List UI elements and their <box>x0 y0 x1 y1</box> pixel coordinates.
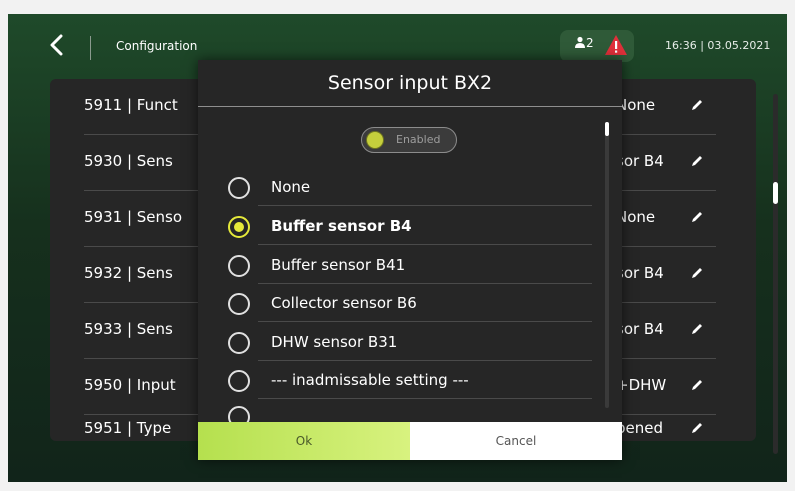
option-item[interactable]: None <box>228 168 592 206</box>
user-count: 2 <box>586 36 594 50</box>
edit-pencil-icon[interactable] <box>690 378 704 392</box>
divider <box>258 205 592 206</box>
user-icon[interactable]: 2 <box>574 36 594 50</box>
clock: 16:36 | 03.05.2021 <box>665 39 771 52</box>
param-label: 5951 | Type <box>84 419 172 437</box>
edit-pencil-icon[interactable] <box>690 322 704 336</box>
radio-button[interactable] <box>228 255 250 277</box>
param-label: 5933 | Sens <box>84 320 173 338</box>
param-label: 5931 | Senso <box>84 208 183 226</box>
title-divider <box>198 106 622 107</box>
option-label: Buffer sensor B4 <box>271 217 412 235</box>
option-label: Buffer sensor B41 <box>271 256 406 274</box>
list-scroll-track <box>773 94 778 454</box>
breadcrumb: Configuration <box>116 39 198 53</box>
divider <box>258 321 592 322</box>
toggle-label: Enabled <box>396 133 441 146</box>
scroll-thumb[interactable] <box>605 122 609 136</box>
ok-button[interactable]: Ok <box>198 422 410 460</box>
dialog-scrollbar[interactable] <box>605 122 609 408</box>
divider <box>258 244 592 245</box>
radio-button[interactable] <box>228 332 250 354</box>
param-value: sor B4 <box>616 264 664 282</box>
param-label: 5911 | Funct <box>84 96 178 114</box>
param-value: +DHW <box>616 376 667 394</box>
radio-button-selected[interactable] <box>228 216 250 238</box>
enabled-toggle[interactable]: Enabled <box>361 127 457 153</box>
option-item[interactable]: Buffer sensor B41 <box>228 246 592 284</box>
user-glyph-icon <box>575 36 585 48</box>
param-label: 5932 | Sens <box>84 264 173 282</box>
option-label: Collector sensor B6 <box>271 294 417 312</box>
param-label: 5950 | Input <box>84 376 176 394</box>
cancel-button[interactable]: Cancel <box>410 422 622 460</box>
option-item[interactable]: --- inadmissable setting --- <box>228 361 592 399</box>
list-scrollbar[interactable] <box>773 182 778 204</box>
radio-button[interactable] <box>228 177 250 199</box>
option-item[interactable]: Collector sensor B6 <box>228 284 592 322</box>
sensor-select-dialog: Sensor input BX2 Enabled None Buffer sen… <box>198 60 622 460</box>
header-separator <box>90 36 91 60</box>
toggle-knob <box>366 131 384 149</box>
warning-icon[interactable] <box>604 34 628 56</box>
edit-pencil-icon[interactable] <box>690 154 704 168</box>
param-label: 5930 | Sens <box>84 152 173 170</box>
back-arrow-icon[interactable] <box>46 34 68 56</box>
divider <box>258 398 592 399</box>
option-label: None <box>271 178 311 196</box>
dialog-title: Sensor input BX2 <box>327 72 493 94</box>
option-label: DHW sensor B31 <box>271 333 398 351</box>
param-value: sor B4 <box>616 320 664 338</box>
edit-pencil-icon[interactable] <box>690 210 704 224</box>
edit-pencil-icon[interactable] <box>690 421 704 435</box>
radio-button[interactable] <box>228 370 250 392</box>
option-item[interactable]: DHW sensor B31 <box>228 323 592 361</box>
option-item[interactable]: Buffer sensor B4 <box>228 207 592 245</box>
param-value: sor B4 <box>616 152 664 170</box>
edit-pencil-icon[interactable] <box>690 98 704 112</box>
param-value: pened <box>616 419 664 437</box>
option-label: --- inadmissable setting --- <box>271 371 469 389</box>
radio-button[interactable] <box>228 293 250 315</box>
edit-pencil-icon[interactable] <box>690 266 704 280</box>
